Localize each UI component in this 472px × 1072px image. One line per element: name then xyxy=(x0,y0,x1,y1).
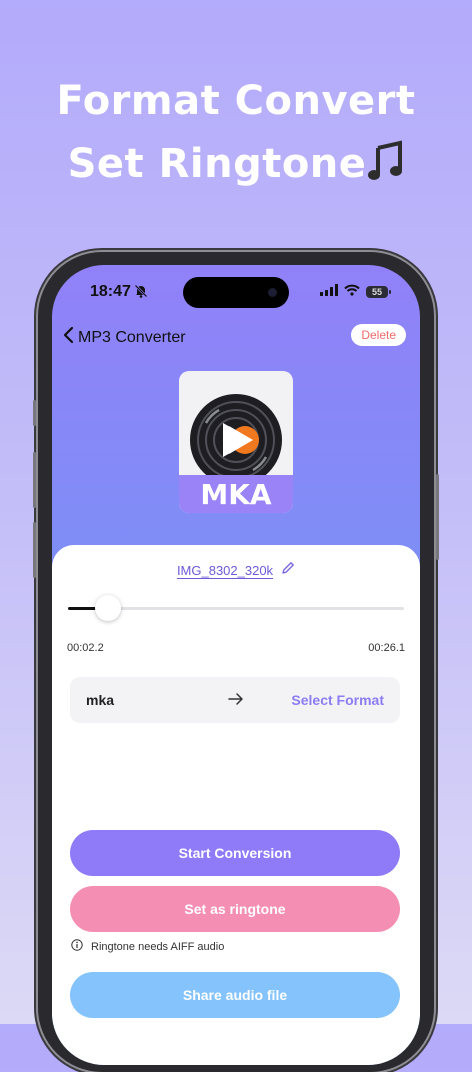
arrow-right-icon xyxy=(228,691,244,712)
chevron-left-icon xyxy=(62,326,74,349)
filename-row: IMG_8302_320k xyxy=(52,561,420,580)
set-ringtone-button[interactable]: Set as ringtone xyxy=(70,886,400,932)
info-icon xyxy=(71,939,83,954)
dynamic-island xyxy=(183,277,289,308)
ringtone-note-text: Ringtone needs AIFF audio xyxy=(91,940,225,953)
phone-mute-switch xyxy=(33,400,36,426)
headline-line-2-text: Set Ringtone xyxy=(67,141,367,187)
phone-power-button xyxy=(436,474,439,560)
playback-slider[interactable] xyxy=(68,595,404,621)
battery-indicator: 55 xyxy=(366,286,391,298)
converter-panel: IMG_8302_320k 00:02.2 00:26.1 mka Select… xyxy=(52,545,420,1065)
select-format-button[interactable]: Select Format xyxy=(291,692,384,708)
current-time: 00:02.2 xyxy=(67,642,104,654)
headline-line-2: Set Ringtone xyxy=(0,140,472,192)
status-time: 18:47 xyxy=(90,283,131,300)
pencil-icon[interactable] xyxy=(281,561,295,580)
share-audio-button[interactable]: Share audio file xyxy=(70,972,400,1018)
audio-cover-art: MKA xyxy=(179,371,293,513)
music-note-icon xyxy=(368,140,404,192)
cellular-signal-icon xyxy=(320,283,338,301)
back-button[interactable]: MP3 Converter xyxy=(62,326,186,349)
total-time: 00:26.1 xyxy=(368,642,405,654)
delete-button[interactable]: Delete xyxy=(351,324,406,346)
nav-title: MP3 Converter xyxy=(78,328,186,346)
phone-frame: 18:47 55 MP3 Converter Delete MKA IMG_83… xyxy=(33,252,439,1072)
playback-slider-knob[interactable] xyxy=(94,595,121,621)
camera-lens xyxy=(268,288,277,297)
format-selector-row[interactable]: mka Select Format xyxy=(70,677,400,723)
headline-line-1: Format Convert xyxy=(56,78,416,124)
file-name[interactable]: IMG_8302_320k xyxy=(177,563,273,578)
bell-slash-icon xyxy=(134,284,148,303)
phone-screen: 18:47 55 MP3 Converter Delete MKA IMG_83… xyxy=(52,265,420,1065)
phone-volume-down xyxy=(33,522,36,578)
ringtone-note: Ringtone needs AIFF audio xyxy=(71,939,224,954)
source-format: mka xyxy=(86,692,115,708)
status-icons: 55 xyxy=(320,283,391,301)
start-conversion-button[interactable]: Start Conversion xyxy=(70,830,400,876)
vinyl-record-icon xyxy=(190,394,282,486)
phone-volume-up xyxy=(33,452,36,508)
cover-format-label: MKA xyxy=(179,475,293,513)
playback-slider-fill xyxy=(68,607,97,610)
wifi-icon xyxy=(344,283,360,301)
